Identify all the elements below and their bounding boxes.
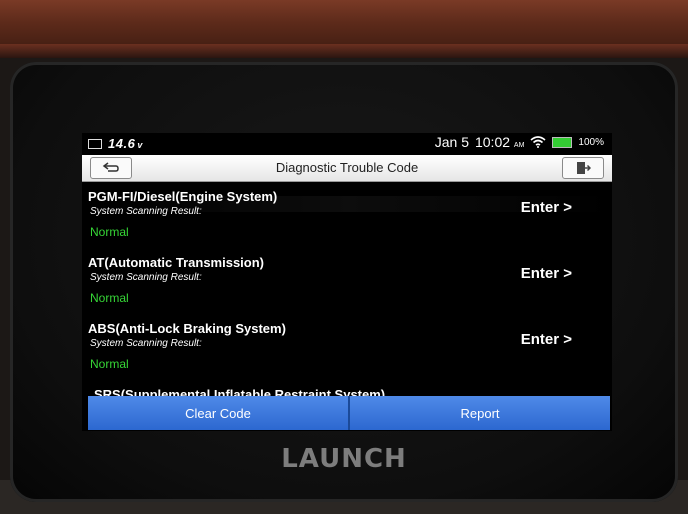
wifi-icon bbox=[530, 136, 546, 148]
battery-small-icon bbox=[88, 138, 102, 149]
voltage-value: 14.6 bbox=[108, 136, 136, 151]
device-screen: 14.6 v Jan 5 10:02 AM 100% Diagnostic Tro… bbox=[82, 133, 612, 431]
voltage-unit: v bbox=[137, 140, 143, 150]
report-button[interactable]: Report bbox=[350, 396, 610, 430]
clear-code-button[interactable]: Clear Code bbox=[88, 396, 348, 430]
battery-icon bbox=[552, 136, 573, 148]
enter-button[interactable]: Enter > bbox=[521, 331, 572, 348]
bottom-action-bar: Clear Code Report bbox=[88, 396, 610, 430]
title-bar: Diagnostic Trouble Code bbox=[82, 155, 612, 182]
brand-logo: LAUNCH bbox=[281, 444, 407, 474]
scan-result-label: System Scanning Result: bbox=[90, 338, 202, 349]
exit-button[interactable] bbox=[562, 157, 604, 179]
enter-button[interactable]: Enter > bbox=[521, 265, 572, 282]
screen-glare bbox=[90, 196, 610, 212]
system-list: PGM-FI/Diesel(Engine System) System Scan… bbox=[82, 189, 612, 387]
voltage-readout: 14.6 v bbox=[108, 136, 143, 151]
time-text: 10:02 AM bbox=[475, 134, 524, 150]
page-title: Diagnostic Trouble Code bbox=[275, 160, 419, 175]
time-value: 10:02 bbox=[474, 134, 511, 150]
date-text: Jan 5 bbox=[434, 134, 469, 150]
status-left: 14.6 v bbox=[88, 136, 143, 151]
system-item-transmission[interactable]: AT(Automatic Transmission) System Scanni… bbox=[82, 255, 612, 321]
scan-result-label: System Scanning Result: bbox=[90, 272, 202, 283]
wood-edge bbox=[0, 44, 688, 58]
ampm-text: AM bbox=[513, 142, 525, 149]
system-item-abs[interactable]: ABS(Anti-Lock Braking System) System Sca… bbox=[82, 321, 612, 387]
status-bar: 14.6 v Jan 5 10:02 AM 100% bbox=[82, 133, 612, 153]
exit-door-icon bbox=[577, 162, 591, 174]
system-name: ABS(Anti-Lock Braking System) bbox=[88, 321, 286, 336]
system-name: AT(Automatic Transmission) bbox=[88, 255, 265, 270]
scan-status: Normal bbox=[90, 291, 129, 305]
battery-percent: 100% bbox=[578, 136, 604, 148]
status-right: Jan 5 10:02 AM 100% bbox=[435, 134, 604, 150]
scan-status: Normal bbox=[90, 225, 129, 239]
scan-status: Normal bbox=[90, 357, 129, 371]
